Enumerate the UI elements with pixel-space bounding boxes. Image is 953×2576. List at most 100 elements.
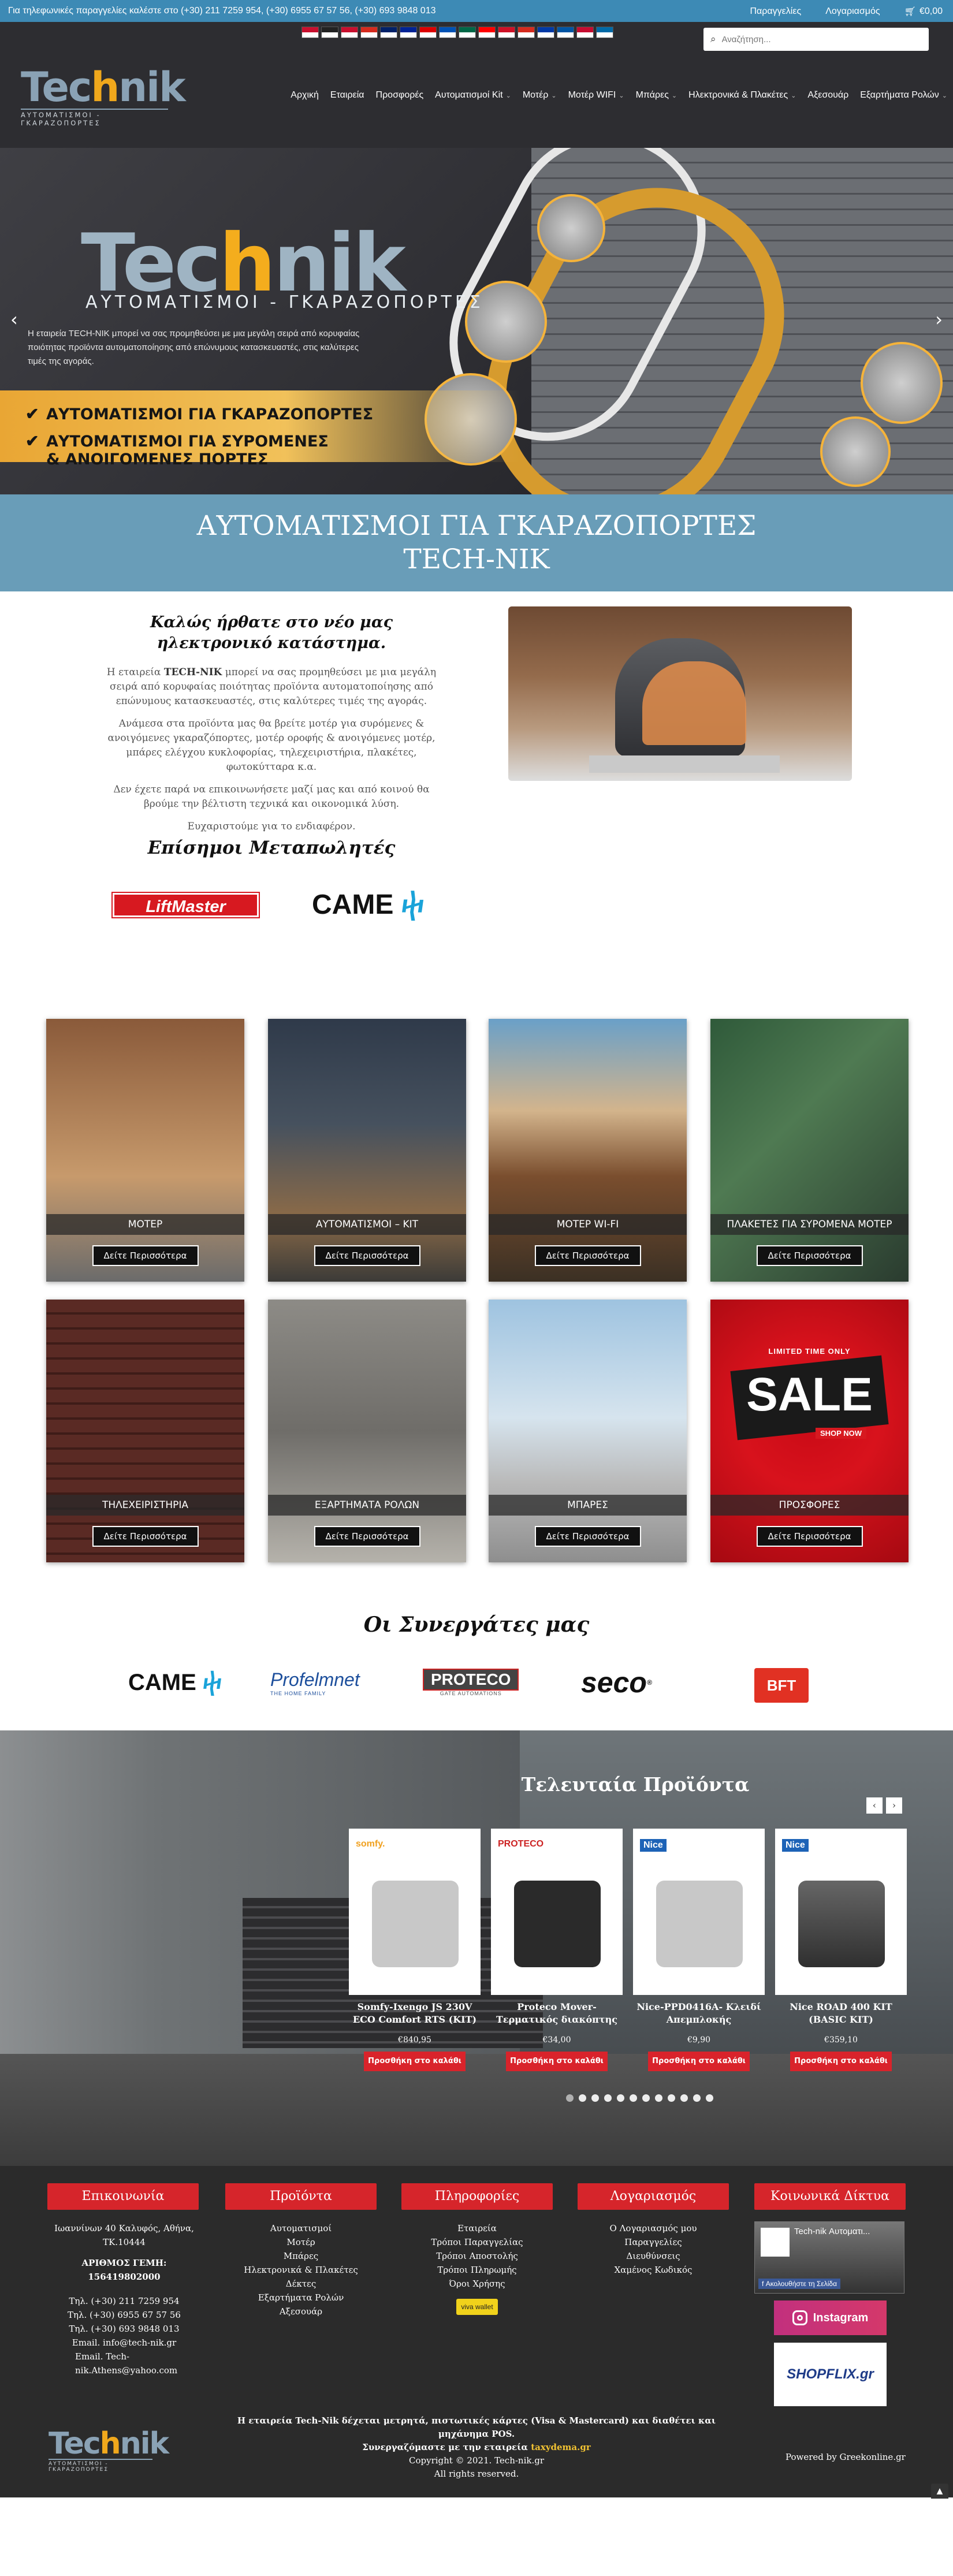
footer-link[interactable]: Διευθύνσεις	[578, 2249, 729, 2263]
category-card[interactable]: ΕΞΑΡΤΗΜΑΤΑ ΡΟΛΩΝ Δείτε Περισσότερα	[268, 1300, 466, 1562]
language-flag-icon[interactable]	[576, 27, 594, 38]
carousel-dot[interactable]	[680, 2094, 688, 2102]
language-flag-icon[interactable]	[478, 27, 496, 38]
footer-tel-3[interactable]: Τηλ. (+30) 693 9848 013	[52, 2322, 196, 2336]
facebook-follow-button[interactable]: f Ακολουθήστε τη Σελίδα	[758, 2279, 841, 2289]
taxydema-link[interactable]: taxydema.gr	[531, 2442, 591, 2452]
slider-prev-arrow[interactable]: ‹	[10, 308, 18, 330]
language-flag-icon[interactable]	[341, 27, 358, 38]
category-card[interactable]: ΠΛΑΚΕΤΕΣ ΓΙΑ ΣΥΡΟΜΕΝΑ ΜΟΤΕΡ Δείτε Περισσό…	[710, 1019, 909, 1282]
footer-link[interactable]: Ο Λογαριασμός μου	[578, 2221, 729, 2235]
facebook-widget[interactable]: Tech-nik Αυτοματι... f Ακολουθήστε τη Σε…	[754, 2221, 904, 2294]
carousel-dot[interactable]	[617, 2094, 624, 2102]
nav-item-2[interactable]: Προσφορές	[376, 90, 424, 100]
site-logo[interactable]: Technik ΑΥΤΟΜΑΤΙΣΜΟΙ - ΓΚΑΡΑΖΟΠΟΡΤΕΣ	[21, 67, 186, 127]
came-logo[interactable]: CAME ⴕ	[312, 888, 424, 921]
footer-logo[interactable]: Technik ΑΥΤΟΜΑΤΙΣΜΟΙ - ΓΚΑΡΑΖΟΠΟΡΤΕΣ	[49, 2429, 169, 2473]
search-box[interactable]: ⌕	[703, 28, 929, 51]
add-to-cart-button[interactable]: Προσθήκη στο καλάθι	[648, 2052, 750, 2071]
product-image[interactable]: Nice	[633, 1829, 765, 1995]
footer-tel-2[interactable]: Τηλ. (+30) 6955 67 57 56	[52, 2308, 196, 2322]
product-card[interactable]: Nice Nice-PPD0416A- Κλειδί Απεμπλοκής €9,9…	[633, 1829, 765, 2071]
carousel-prev-button[interactable]: ‹	[866, 1797, 883, 1814]
language-flag-icon[interactable]	[498, 27, 515, 38]
bft-logo[interactable]: BFT	[754, 1668, 809, 1703]
nav-item-7[interactable]: Ηλεκτρονικά & Πλακέτες ⌄	[688, 90, 796, 100]
language-flag-icon[interactable]	[419, 27, 437, 38]
category-card[interactable]: ΜΟΤΕΡ WI-FI Δείτε Περισσότερα	[489, 1019, 687, 1282]
carousel-dot[interactable]	[706, 2094, 713, 2102]
nav-item-4[interactable]: Μοτέρ ⌄	[523, 90, 557, 100]
category-card[interactable]: ΤΗΛΕΧΕΙΡΙΣΤΗΡΙΑ Δείτε Περισσότερα	[46, 1300, 244, 1562]
category-card[interactable]: ΜΠΑΡΕΣ Δείτε Περισσότερα	[489, 1300, 687, 1562]
carousel-dot[interactable]	[655, 2094, 662, 2102]
language-flag-icon[interactable]	[301, 27, 319, 38]
product-card[interactable]: somfy. Somfy-Ixengo JS 230V ECO Comfort R…	[349, 1829, 481, 2071]
powered-by[interactable]: Powered by Greekonline.gr	[786, 2452, 906, 2462]
seco-logo[interactable]: seco ®	[581, 1666, 652, 1699]
product-image[interactable]: somfy.	[349, 1829, 481, 1995]
footer-link[interactable]: Τρόποι Αποστολής	[401, 2249, 553, 2263]
account-link[interactable]: Λογαριασμός	[825, 6, 880, 17]
search-input[interactable]	[721, 34, 907, 44]
slider-next-arrow[interactable]: ›	[935, 308, 943, 330]
footer-link[interactable]: Μπάρες	[225, 2249, 377, 2263]
carousel-dot[interactable]	[591, 2094, 599, 2102]
carousel-dot[interactable]	[566, 2094, 574, 2102]
add-to-cart-button[interactable]: Προσθήκη στο καλάθι	[790, 2052, 892, 2071]
footer-link[interactable]: Εταιρεία	[401, 2221, 553, 2235]
carousel-dot[interactable]	[668, 2094, 675, 2102]
product-name[interactable]: Nice ROAD 400 KIT (BASIC KIT)	[775, 2001, 907, 2027]
carousel-next-button[interactable]: ›	[886, 1797, 902, 1814]
product-name[interactable]: Nice-PPD0416A- Κλειδί Απεμπλοκής	[633, 2001, 765, 2027]
category-more-button[interactable]: Δείτε Περισσότερα	[756, 1245, 863, 1266]
category-more-button[interactable]: Δείτε Περισσότερα	[314, 1526, 420, 1547]
footer-link[interactable]: Παραγγελίες	[578, 2235, 729, 2249]
profelmnet-logo[interactable]: Profelmnet THE HOME FAMILY	[270, 1668, 360, 1697]
footer-email-1[interactable]: Email. info@tech-nik.gr	[52, 2336, 196, 2350]
language-flag-icon[interactable]	[557, 27, 574, 38]
nav-item-6[interactable]: Μπάρες ⌄	[636, 90, 677, 100]
language-flag-icon[interactable]	[596, 27, 613, 38]
category-more-button[interactable]: Δείτε Περισσότερα	[314, 1245, 420, 1266]
carousel-dot[interactable]	[579, 2094, 586, 2102]
category-more-button[interactable]: Δείτε Περισσότερα	[534, 1245, 641, 1266]
category-more-button[interactable]: Δείτε Περισσότερα	[92, 1526, 199, 1547]
language-flag-icon[interactable]	[360, 27, 378, 38]
carousel-dot[interactable]	[604, 2094, 612, 2102]
language-flag-icon[interactable]	[439, 27, 456, 38]
product-name[interactable]: Somfy-Ixengo JS 230V ECO Comfort RTS (KI…	[349, 2001, 481, 2027]
footer-link[interactable]: Χαμένος Κωδικός	[578, 2263, 729, 2277]
add-to-cart-button[interactable]: Προσθήκη στο καλάθι	[364, 2052, 466, 2071]
nav-item-5[interactable]: Μοτέρ WIFI ⌄	[568, 90, 624, 100]
nav-item-9[interactable]: Εξαρτήματα Ρολών ⌄	[860, 90, 947, 100]
carousel-dot[interactable]	[642, 2094, 650, 2102]
proteco-logo[interactable]: PROTECO GATE AUTOMATIONS	[423, 1668, 519, 1697]
language-flag-icon[interactable]	[321, 27, 338, 38]
footer-email-2[interactable]: Email. Tech-nik.Athens@yahoo.com	[75, 2350, 177, 2377]
footer-link[interactable]: Μοτέρ	[225, 2235, 377, 2249]
language-flag-icon[interactable]	[537, 27, 554, 38]
cart-link[interactable]: 🛒︎ €0,00	[904, 6, 943, 17]
footer-link[interactable]: Δέκτες	[225, 2277, 377, 2291]
category-card[interactable]: ΑΥΤΟΜΑΤΙΣΜΟΙ – KIT Δείτε Περισσότερα	[268, 1019, 466, 1282]
language-flag-icon[interactable]	[518, 27, 535, 38]
footer-link[interactable]: Ηλεκτρονικά & Πλακέτες	[225, 2263, 377, 2277]
search-icon[interactable]: ⌕	[710, 33, 716, 45]
came-partner-logo[interactable]: CAME ⴕ	[128, 1668, 222, 1697]
language-flag-icon[interactable]	[400, 27, 417, 38]
footer-link[interactable]: Τρόποι Πληρωμής	[401, 2263, 553, 2277]
language-flag-icon[interactable]	[380, 27, 397, 38]
add-to-cart-button[interactable]: Προσθήκη στο καλάθι	[506, 2052, 608, 2071]
orders-link[interactable]: Παραγγελίες	[750, 6, 802, 17]
product-image[interactable]: PROTECO	[491, 1829, 623, 1995]
category-card[interactable]: ΜΟΤΕΡ Δείτε Περισσότερα	[46, 1019, 244, 1282]
nav-item-1[interactable]: Εταιρεία	[330, 90, 364, 100]
nav-item-0[interactable]: Αρχική	[291, 90, 319, 100]
category-more-button[interactable]: Δείτε Περισσότερα	[534, 1526, 641, 1547]
nav-item-3[interactable]: Αυτοματισμοί Kit ⌄	[435, 90, 511, 100]
instagram-button[interactable]: Instagram	[774, 2300, 887, 2335]
product-card[interactable]: Nice Nice ROAD 400 KIT (BASIC KIT) €359,10…	[775, 1829, 907, 2071]
carousel-dot[interactable]	[693, 2094, 701, 2102]
footer-link[interactable]: Τρόποι Παραγγελίας	[401, 2235, 553, 2249]
